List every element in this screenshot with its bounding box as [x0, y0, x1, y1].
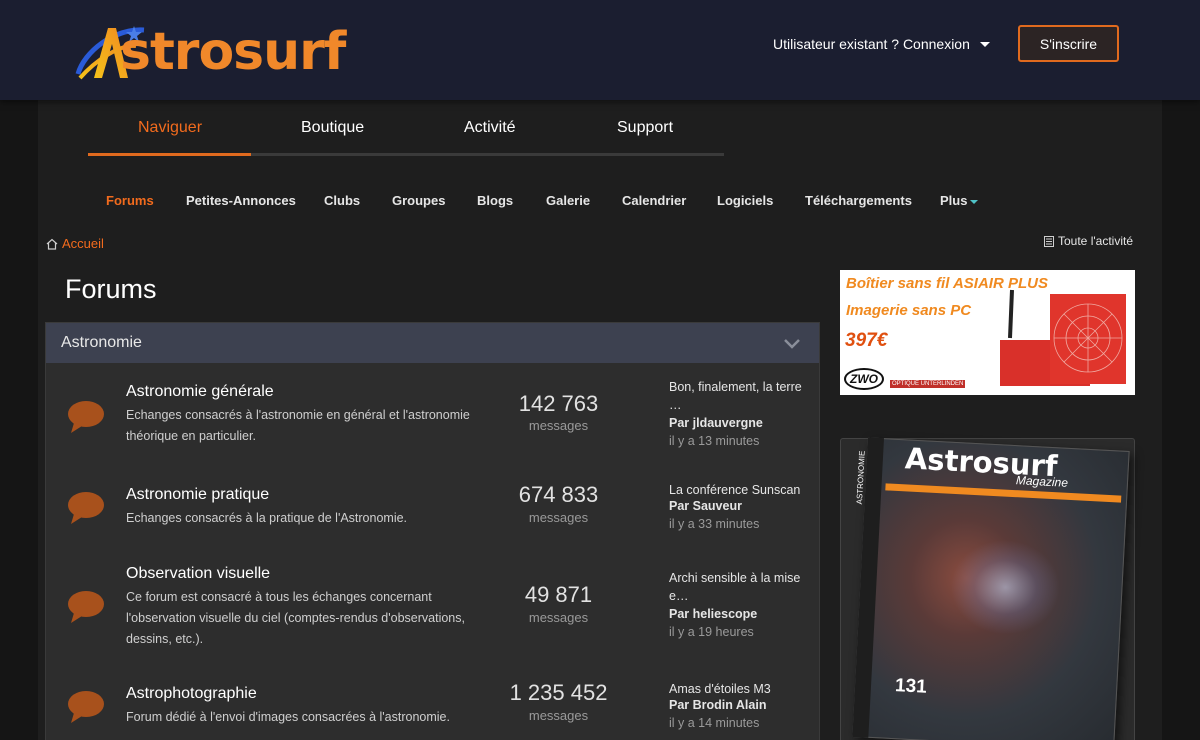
forum-description: Echanges consacrés à l'astronomie en gén… [126, 408, 470, 443]
last-post-author[interactable]: Par heliescope [669, 607, 757, 621]
login-label: Utilisateur existant ? Connexion [773, 36, 970, 52]
sub-nav-plus-label: Plus [940, 193, 968, 208]
last-post-author[interactable]: Par Brodin Alain [669, 698, 766, 712]
sub-nav-blogs[interactable]: Blogs [477, 193, 513, 208]
sub-nav-forums[interactable]: Forums [106, 193, 154, 208]
message-count-label: messages [528, 510, 589, 525]
forum-title[interactable]: Astronomie générale [126, 383, 274, 401]
message-count: 674 833 [518, 482, 599, 507]
category-title[interactable]: Astronomie [61, 334, 142, 352]
sub-nav-petites-annonces[interactable]: Petites-Annonces [186, 193, 296, 208]
ad-shop: OPTIQUE UNTERLINDEN [890, 380, 966, 388]
forum-title[interactable]: Astrophotographie [126, 685, 257, 703]
chat-bubble-icon [68, 401, 104, 433]
forum-title[interactable]: Observation visuelle [126, 565, 270, 583]
forum-description: Forum dédié à l'envoi d'images consacrée… [126, 710, 450, 724]
ad-price: 397€ [845, 330, 888, 351]
signup-button[interactable]: S'inscrire [1018, 25, 1119, 62]
message-count: 49 871 [524, 582, 593, 607]
caret-down-icon [970, 199, 979, 204]
main-nav-boutique[interactable]: Boutique [301, 119, 364, 137]
chat-bubble-icon [68, 591, 104, 623]
last-post-title[interactable]: La conférence Sunscan [669, 481, 814, 499]
main-nav-support[interactable]: Support [617, 119, 673, 137]
magazine-issue-number: 131 [894, 675, 928, 698]
sub-nav-telechargements[interactable]: Téléchargements [805, 193, 912, 208]
forum-category: Astronomie Astronomie générale Echanges … [45, 322, 820, 740]
sub-nav: Forums Petites-Annonces Clubs Groupes Bl… [0, 193, 1200, 209]
product-device-icon [1000, 289, 1126, 386]
sub-nav-clubs[interactable]: Clubs [324, 193, 360, 208]
breadcrumb-home: Accueil [62, 236, 104, 251]
sub-nav-galerie[interactable]: Galerie [546, 193, 590, 208]
message-count-label: messages [528, 708, 589, 723]
ad-brand: ZWO [844, 368, 884, 390]
sub-nav-logiciels[interactable]: Logiciels [717, 193, 773, 208]
ad-banner[interactable]: Boîtier sans fil ASIAIR PLUS Imagerie sa… [840, 270, 1135, 395]
message-count: 1 235 452 [509, 680, 608, 705]
home-icon [46, 238, 58, 250]
chevron-down-icon[interactable] [782, 335, 802, 351]
main-nav: Naviguer Boutique Activité Support [88, 105, 724, 156]
sub-nav-calendrier[interactable]: Calendrier [622, 193, 686, 208]
ad-subheadline: Imagerie sans PC [846, 302, 972, 319]
breadcrumb[interactable]: Accueil [46, 236, 104, 251]
message-count-label: messages [528, 418, 589, 433]
active-tab-indicator [88, 153, 251, 156]
magazine-cover[interactable]: ASTRONOMIE Astrosurf Magazine 131 [852, 437, 1130, 740]
all-activity-label: Toute l'activité [1058, 234, 1133, 248]
sub-nav-groupes[interactable]: Groupes [392, 193, 445, 208]
chat-bubble-icon [68, 691, 104, 723]
last-post-title[interactable]: Bon, finalement, la terre … [669, 378, 814, 414]
main-nav-naviguer[interactable]: Naviguer [138, 119, 202, 137]
caret-down-icon [979, 41, 990, 47]
last-post-author[interactable]: Par Sauveur [669, 499, 742, 513]
message-count: 142 763 [518, 391, 599, 416]
forum-description: Echanges consacrés à la pratique de l'As… [126, 511, 408, 525]
last-post-time: il y a 19 heures [669, 625, 754, 639]
main-nav-activite[interactable]: Activité [464, 119, 516, 137]
forum-description: Ce forum est consacré à tous les échange… [126, 590, 465, 646]
site-header: strosurf Utilisateur existant ? Connexio… [0, 0, 1200, 100]
logo-text: strosurf [120, 22, 346, 82]
all-activity-link[interactable]: Toute l'activité [1044, 234, 1133, 248]
sub-nav-plus[interactable]: Plus [940, 193, 979, 208]
last-post-time: il y a 14 minutes [669, 716, 760, 730]
magazine-subtitle: Magazine [1015, 473, 1069, 490]
chat-bubble-icon [68, 492, 104, 524]
message-count-label: messages [528, 610, 589, 625]
site-logo[interactable]: strosurf [74, 22, 384, 82]
last-post-time: il y a 33 minutes [669, 517, 760, 531]
page-title: Forums [65, 274, 157, 304]
category-header: Astronomie [46, 323, 819, 363]
last-post-time: il y a 13 minutes [669, 434, 760, 448]
login-menu[interactable]: Utilisateur existant ? Connexion [773, 36, 990, 52]
magazine-spine-text: ASTRONOMIE [854, 450, 867, 505]
activity-icon [1044, 235, 1054, 247]
last-post-title[interactable]: Amas d'étoiles M3 [669, 680, 814, 698]
last-post-author[interactable]: Par jldauvergne [669, 416, 763, 430]
forum-title[interactable]: Astronomie pratique [126, 486, 269, 504]
last-post-title[interactable]: Archi sensible à la mise e… [669, 569, 814, 605]
